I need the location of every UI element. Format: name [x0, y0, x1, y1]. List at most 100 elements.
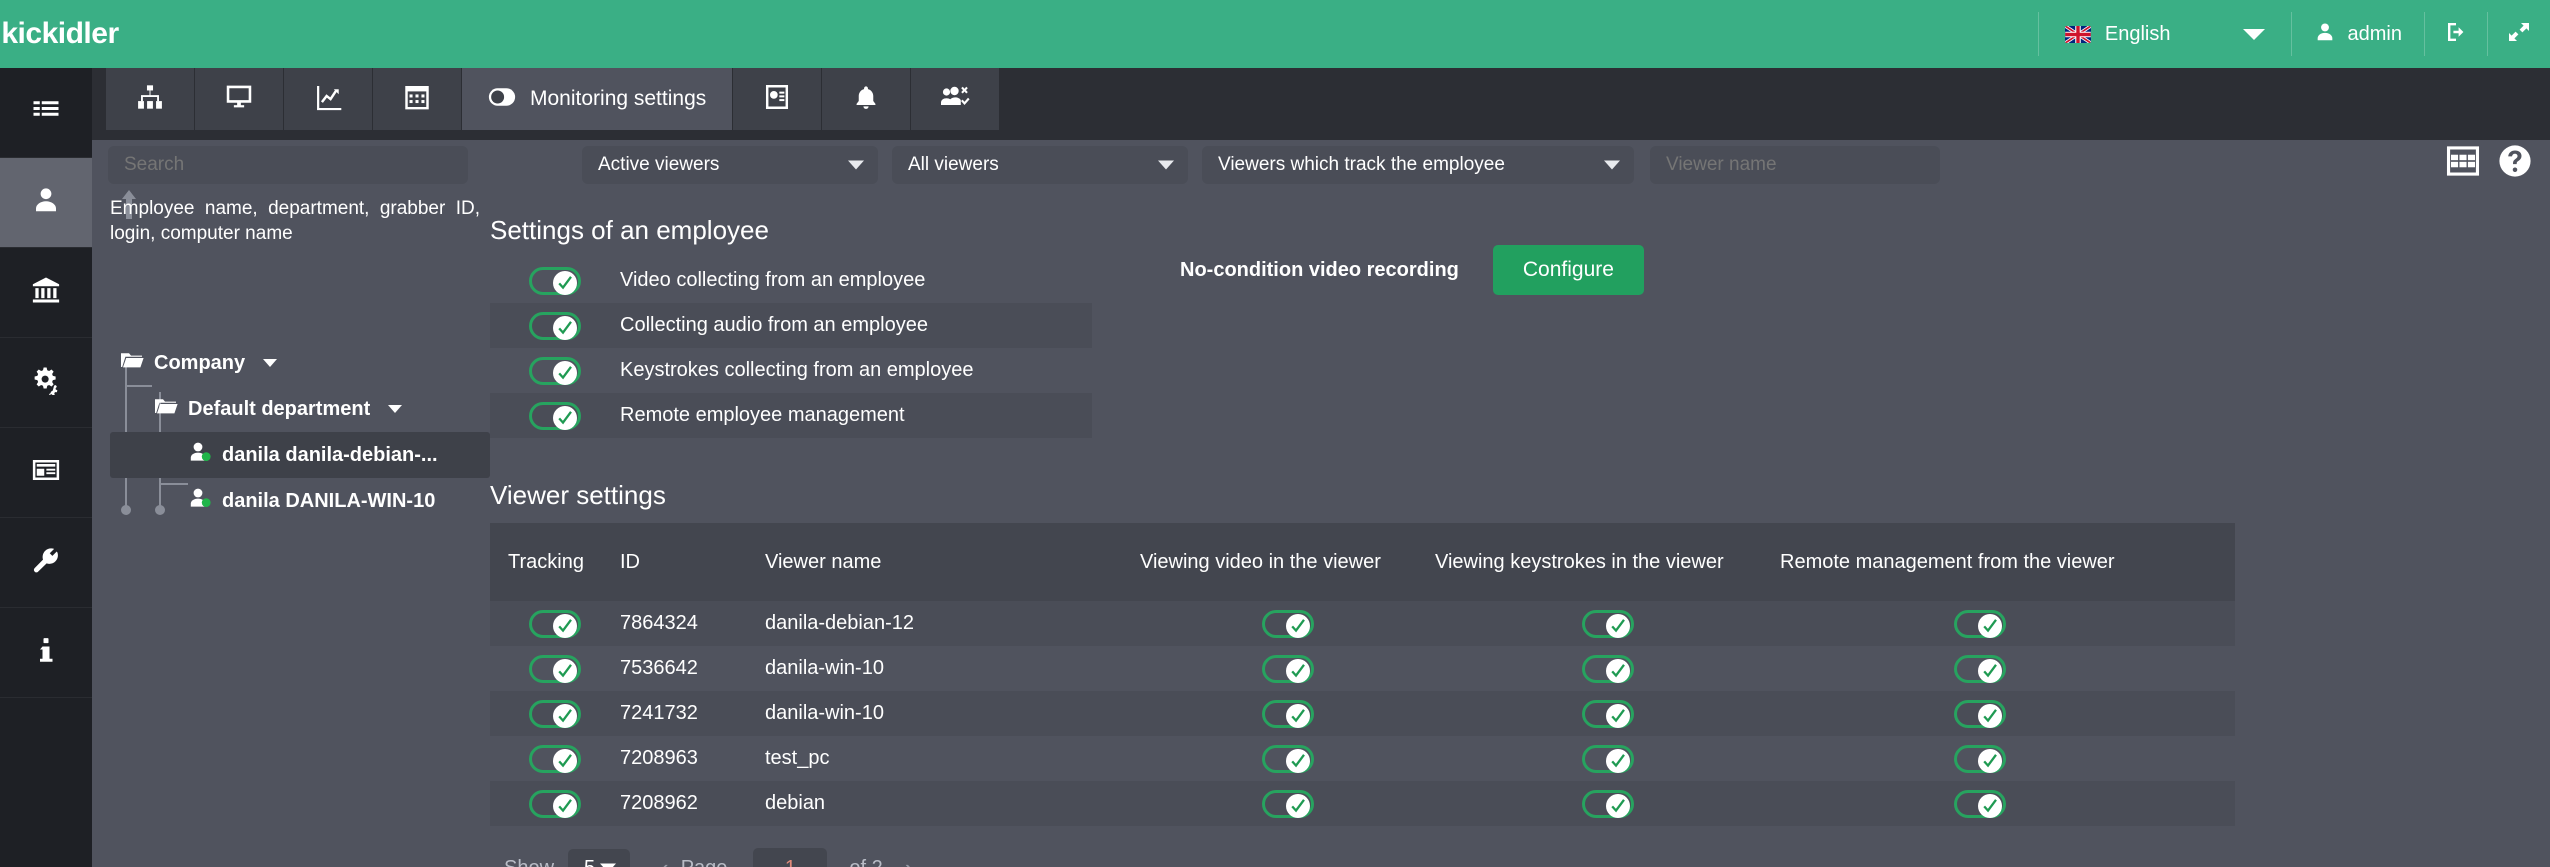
- row-keystrokes-toggle[interactable]: [1581, 789, 1634, 818]
- row-keystrokes-toggle[interactable]: [1581, 744, 1634, 773]
- row-keystrokes-toggle[interactable]: [1581, 654, 1634, 683]
- viewer-name-input[interactable]: [1650, 146, 1940, 184]
- row-keystrokes-toggle[interactable]: [1581, 699, 1634, 728]
- logout-button[interactable]: [2425, 0, 2487, 68]
- tree-node-company[interactable]: Company: [110, 340, 490, 386]
- row-remote-toggle[interactable]: [1954, 789, 2006, 818]
- rail-item-info[interactable]: [0, 608, 92, 698]
- chevron-down-icon: [1158, 160, 1174, 170]
- wrench-icon: [31, 545, 61, 580]
- page-number-input[interactable]: [753, 848, 828, 867]
- user-name: admin: [2347, 22, 2402, 45]
- row-tracking-toggle[interactable]: [529, 789, 581, 818]
- toggle-icon: [488, 86, 516, 113]
- tab-groups[interactable]: [911, 68, 1000, 130]
- row-video-toggle[interactable]: [1261, 609, 1314, 638]
- check-icon: [1605, 613, 1630, 638]
- row-tracking-toggle[interactable]: [529, 654, 581, 683]
- row-keystrokes-toggle-wrap: [1435, 744, 1780, 773]
- user-icon: [2314, 21, 2336, 48]
- tree-node-default-department[interactable]: Default department: [110, 386, 490, 432]
- tab-calendar[interactable]: [373, 68, 461, 130]
- table-row: 7864324 danila-debian-12: [490, 601, 2235, 646]
- setting-row-video: Video collecting from an employee: [490, 258, 1092, 303]
- search-input[interactable]: [108, 146, 468, 184]
- setting-toggle-remote[interactable]: [529, 401, 581, 430]
- row-keystrokes-toggle[interactable]: [1581, 609, 1634, 638]
- viewer-settings-section: Viewer settings Tracking ID Viewer name …: [490, 480, 2550, 867]
- row-video-toggle-wrap: [1140, 789, 1435, 818]
- row-remote-toggle-wrap: [1780, 609, 2180, 638]
- tree-node-employee-danila-win10[interactable]: danila DANILA-WIN-10: [110, 478, 490, 524]
- tab-monitoring-settings[interactable]: Monitoring settings: [462, 68, 733, 130]
- next-page-button[interactable]: ›: [893, 853, 926, 867]
- check-icon: [1285, 703, 1310, 728]
- fullscreen-button[interactable]: [2488, 0, 2550, 68]
- language-selector[interactable]: English: [2039, 0, 2291, 68]
- tree-node-employee-danila-debian[interactable]: danila danila-debian-...: [110, 432, 490, 478]
- column-header-viewing-keystrokes: Viewing keystrokes in the viewer: [1435, 550, 1724, 573]
- row-video-toggle[interactable]: [1261, 699, 1314, 728]
- setting-toggle-video[interactable]: [529, 266, 581, 295]
- configure-button[interactable]: Configure: [1492, 245, 1644, 295]
- row-tracking-toggle[interactable]: [529, 609, 581, 638]
- row-viewer-name: test_pc: [765, 747, 830, 769]
- chevron-down-icon[interactable]: [2242, 28, 2265, 40]
- setting-toggle-video-wrap: [490, 266, 620, 295]
- user-menu[interactable]: admin: [2292, 0, 2424, 68]
- row-remote-toggle[interactable]: [1954, 654, 2006, 683]
- row-keystrokes-toggle-wrap: [1435, 699, 1780, 728]
- tab-notifications[interactable]: [822, 68, 911, 130]
- chevron-down-icon[interactable]: [388, 405, 403, 413]
- rail-item-license[interactable]: [0, 428, 92, 518]
- row-tracking-toggle[interactable]: [529, 744, 581, 773]
- pagination-of-label: of 2: [849, 857, 882, 867]
- row-keystrokes-toggle-wrap: [1435, 654, 1780, 683]
- row-tracking-toggle[interactable]: [529, 699, 581, 728]
- row-keystrokes-toggle-wrap: [1435, 609, 1780, 638]
- logout-icon: [2444, 20, 2468, 49]
- rail-item-tools[interactable]: [0, 518, 92, 608]
- list-icon: [31, 95, 61, 130]
- language-label: English: [2104, 22, 2171, 45]
- row-tracking-toggle-wrap: [490, 654, 620, 683]
- gears-icon: [31, 365, 61, 400]
- prev-page-button[interactable]: ‹: [648, 853, 681, 867]
- row-remote-toggle[interactable]: [1954, 609, 2006, 638]
- table-row: 7208963 test_pc: [490, 736, 2235, 781]
- tab-monitor[interactable]: [195, 68, 283, 130]
- tree-node-company-label: Company: [154, 351, 246, 374]
- tab-analytics[interactable]: [284, 68, 372, 130]
- active-viewers-select[interactable]: Active viewers: [582, 146, 878, 184]
- row-remote-toggle[interactable]: [1954, 699, 2006, 728]
- rail-item-list[interactable]: [0, 68, 92, 158]
- tab-reports[interactable]: [733, 68, 822, 130]
- rail-item-settings[interactable]: [0, 338, 92, 428]
- row-remote-toggle[interactable]: [1954, 744, 2006, 773]
- setting-toggle-audio[interactable]: [529, 311, 581, 340]
- rail-item-organization[interactable]: [0, 248, 92, 338]
- setting-toggle-keystrokes[interactable]: [529, 356, 581, 385]
- all-viewers-select[interactable]: All viewers: [892, 146, 1188, 184]
- row-video-toggle[interactable]: [1261, 744, 1314, 773]
- row-video-toggle-wrap: [1140, 654, 1435, 683]
- brand-logo[interactable]: kickidler: [0, 0, 120, 68]
- table-grid-icon[interactable]: [2446, 146, 2480, 181]
- rail-item-employees[interactable]: [0, 158, 92, 248]
- track-mode-value: Viewers which track the employee: [1218, 154, 1505, 175]
- question-help-icon[interactable]: [2498, 144, 2532, 183]
- track-mode-select[interactable]: Viewers which track the employee: [1202, 146, 1634, 184]
- tree-node-employee-danila-debian-label: danila danila-debian-...: [222, 443, 438, 466]
- page-size-select[interactable]: 5: [568, 849, 631, 867]
- info-icon: [31, 635, 61, 670]
- tab-org-chart[interactable]: [106, 68, 194, 130]
- viewer-settings-title: Viewer settings: [490, 480, 666, 510]
- row-video-toggle[interactable]: [1261, 789, 1314, 818]
- row-tracking-toggle-wrap: [490, 699, 620, 728]
- fullscreen-icon: [2507, 20, 2531, 49]
- chevron-down-icon: [848, 160, 864, 170]
- setting-label-remote: Remote employee management: [620, 404, 905, 426]
- setting-row-keystrokes: Keystrokes collecting from an employee: [490, 348, 1092, 393]
- chevron-down-icon[interactable]: [263, 359, 278, 367]
- row-video-toggle[interactable]: [1261, 654, 1314, 683]
